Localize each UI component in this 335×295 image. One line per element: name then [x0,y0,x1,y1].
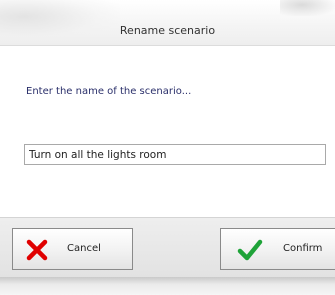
red-x-icon [25,238,49,262]
green-check-icon [237,237,263,263]
dialog-bottom-edge [0,277,335,295]
confirm-button-label: Confirm [283,243,323,254]
titlebar-shading-right [280,0,335,16]
dialog-title: Rename scenario [119,24,216,37]
scenario-name-input[interactable] [24,144,326,165]
dialog-body: Enter the name of the scenario... [0,46,335,246]
rename-scenario-dialog: Rename scenario Enter the name of the sc… [0,0,335,295]
cancel-button[interactable]: Cancel [12,228,133,270]
name-prompt-label: Enter the name of the scenario... [26,86,192,97]
confirm-button[interactable]: Confirm [220,228,335,270]
dialog-titlebar[interactable]: Rename scenario [0,0,335,46]
cancel-button-label: Cancel [67,243,101,254]
